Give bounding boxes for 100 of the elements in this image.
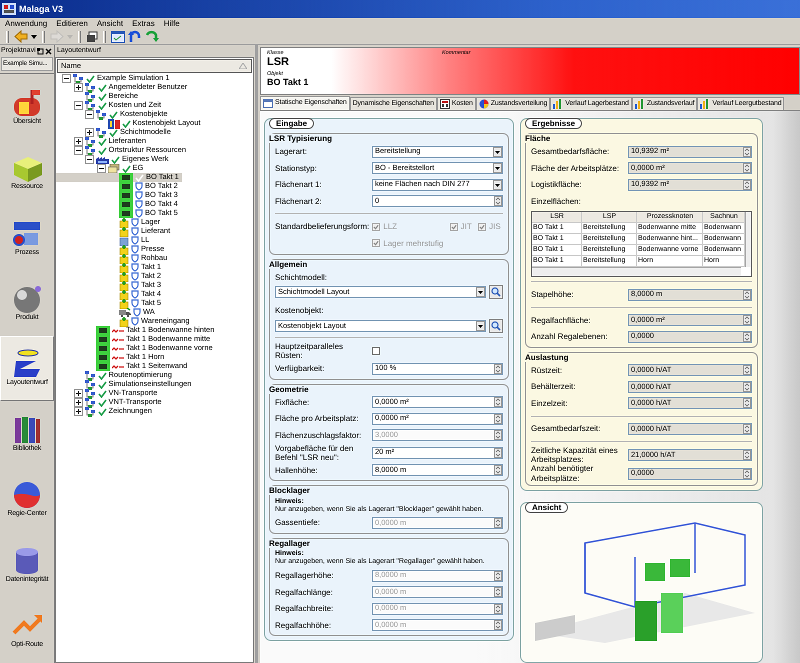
station-icon: [119, 173, 133, 182]
expander-icon[interactable]: [74, 137, 82, 146]
menu-item[interactable]: Extras: [132, 18, 155, 28]
panel-title: Ergebnisse: [525, 118, 582, 130]
close-icon[interactable]: [44, 48, 52, 54]
field-label: Lagerart:: [275, 147, 308, 156]
expander-icon[interactable]: [74, 398, 82, 407]
field-label: Kostenobjekt:: [275, 306, 324, 316]
box-icon: [119, 290, 129, 300]
network-icon: [84, 380, 96, 390]
field-label: Rüstzeit:: [531, 366, 564, 375]
field-label: Hauptzeitparalleles Rüsten:: [275, 342, 344, 360]
vertical-scrollbar[interactable]: [745, 212, 751, 268]
station-icon: [96, 344, 110, 353]
lookup-button[interactable]: [489, 318, 503, 333]
network-icon: [73, 74, 84, 84]
spinner-icon[interactable]: [743, 468, 751, 479]
expander-icon[interactable]: [74, 407, 82, 416]
field-label: Fläche der Arbeitsplätze:: [531, 164, 620, 173]
pin-icon[interactable]: [36, 48, 44, 54]
field-label: Regalfachlänge:: [275, 588, 334, 597]
spinner-icon[interactable]: [494, 465, 502, 476]
menu-item[interactable]: Editieren: [56, 18, 88, 28]
checkbox-label: JIT: [460, 222, 472, 232]
checkbox-label: Lager mehrstufig: [383, 238, 444, 248]
spinner-icon[interactable]: [743, 382, 751, 392]
lookup-button[interactable]: [489, 285, 503, 300]
block-icon: [119, 236, 129, 246]
pie-icon: [478, 99, 489, 109]
spinner-icon[interactable]: [743, 398, 751, 408]
box-icon: [119, 226, 129, 236]
checkbox[interactable]: [372, 347, 380, 356]
spinner-icon[interactable]: [494, 364, 502, 374]
layers-icon: [108, 164, 120, 173]
expander-icon[interactable]: [85, 128, 94, 137]
expander-icon[interactable]: [74, 146, 82, 155]
field-label: Verfügbarkeit:: [275, 364, 326, 374]
expander-icon[interactable]: [96, 164, 106, 173]
spinner-icon[interactable]: [494, 397, 502, 408]
box-icon: [119, 298, 129, 308]
window-icon[interactable]: [111, 30, 125, 42]
field-label: Regalfachfläche:: [531, 316, 592, 325]
spinner-icon[interactable]: [743, 146, 751, 157]
spinner-icon[interactable]: [743, 365, 751, 376]
spinner-icon[interactable]: [743, 424, 751, 434]
box-icon: [119, 254, 129, 264]
network-icon: [84, 406, 96, 416]
expander-icon[interactable]: [74, 83, 82, 92]
expander-icon[interactable]: [85, 155, 94, 164]
field-label: Fixfläche:: [275, 398, 310, 407]
app-icon: [2, 3, 16, 15]
checkmark-icon: [450, 224, 457, 230]
field-label: Anzahl benötigter Arbeitsplätze:: [531, 464, 594, 483]
field-label: Gesamtbedarfszeit:: [531, 424, 602, 434]
spinner-icon[interactable]: [743, 332, 751, 342]
network-icon: [84, 146, 96, 156]
panel-title: Ansicht: [525, 502, 568, 513]
field-label: Stapelhöhe:: [531, 290, 575, 300]
menu-item[interactable]: Anwendung: [5, 18, 48, 28]
checkmark-icon: [479, 224, 486, 230]
network-icon: [84, 92, 96, 102]
field-label: Hallenhöhe:: [275, 466, 319, 475]
network-icon: [84, 82, 96, 92]
spinner-icon[interactable]: [494, 196, 502, 206]
search-icon: [491, 320, 501, 331]
bar-chart-icon: [553, 99, 564, 109]
spinner-icon[interactable]: [743, 315, 751, 326]
checkmark-icon: [373, 224, 380, 230]
spinner-icon[interactable]: [494, 414, 502, 424]
expander-icon[interactable]: [74, 101, 82, 110]
station-icon: [119, 209, 133, 218]
truck-icon: [119, 308, 131, 317]
object-name: BO Takt 1: [267, 78, 310, 87]
expander-icon[interactable]: [85, 110, 94, 119]
expander-icon[interactable]: [74, 389, 82, 398]
checkbox-label: LLZ: [383, 222, 398, 232]
group-title: Blocklager: [269, 486, 313, 496]
station-icon: [119, 182, 133, 191]
horizontal-scrollbar[interactable]: [532, 267, 741, 276]
restore-icon[interactable]: [86, 30, 98, 42]
checkbox-label: JIS: [489, 222, 501, 232]
sort-icon: [239, 63, 247, 69]
network-icon: [96, 128, 107, 138]
menu-item[interactable]: Ansicht: [96, 18, 124, 28]
spinner-icon[interactable]: [743, 180, 751, 190]
calculator-icon: [440, 99, 450, 109]
expander-icon[interactable]: [62, 74, 71, 83]
spinner-icon[interactable]: [743, 290, 751, 300]
spinner-icon[interactable]: [743, 163, 751, 174]
network-icon: [84, 370, 96, 380]
station-icon: [119, 191, 133, 200]
spinner-icon[interactable]: [494, 448, 502, 458]
menu-item[interactable]: Hilfe: [164, 18, 180, 28]
spinner-icon[interactable]: [743, 450, 751, 460]
field-label: Regalfachhöhe:: [275, 620, 332, 630]
undo-icon[interactable]: [128, 30, 142, 43]
box-icon: [119, 262, 129, 272]
station-icon: [96, 326, 110, 335]
field-label: Vorgabefläche für den Befehl "LSR neu":: [275, 444, 354, 462]
station-icon: [96, 353, 110, 362]
